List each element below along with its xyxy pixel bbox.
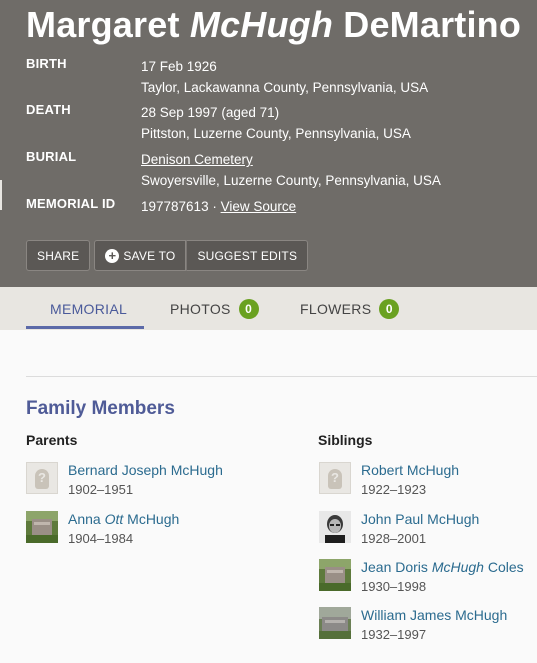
no-photo-icon: ? — [26, 462, 58, 494]
headstone-photo[interactable] — [26, 511, 58, 543]
memorial-id: 197787613 · — [141, 199, 217, 214]
family-member-link[interactable]: John Paul McHugh — [361, 511, 479, 527]
headstone-photo[interactable] — [319, 559, 351, 591]
birth-place: Taylor, Lackawanna County, Pennsylvania,… — [141, 80, 429, 95]
name-part: Coles — [483, 559, 524, 575]
name-last: DeMartino — [343, 4, 522, 45]
family-members-title: Family Members — [26, 398, 175, 419]
tab-flowers[interactable]: FLOWERS 0 — [300, 287, 400, 330]
family-member-dates: 1922–1923 — [361, 482, 427, 497]
edge-marker — [0, 180, 2, 210]
tab-memorial-label: MEMORIAL — [50, 300, 128, 317]
siblings-title: Siblings — [318, 432, 373, 448]
name-maiden-part: Ott — [104, 511, 124, 527]
parents-title: Parents — [26, 432, 78, 448]
memorial-header: Margaret McHugh DeMartino BIRTH 17 Feb 1… — [0, 0, 537, 287]
tab-photos[interactable]: PHOTOS 0 — [170, 287, 259, 330]
burial-label: BURIAL — [26, 149, 77, 164]
family-member-dates: 1928–2001 — [361, 531, 427, 546]
save-to-button[interactable]: + SAVE TO — [94, 240, 187, 271]
burial-place: Swoyersville, Luzerne County, Pennsylvan… — [141, 173, 441, 188]
death-value: 28 Sep 1997 (aged 71) Pittston, Luzerne … — [141, 102, 411, 144]
name-first: Margaret — [26, 4, 180, 45]
burial-value: Denison Cemetery Swoyersville, Luzerne C… — [141, 149, 441, 191]
family-member: ? Robert McHugh 1922–1923 — [319, 462, 537, 502]
burial-cemetery-link[interactable]: Denison Cemetery — [141, 152, 253, 167]
memorial-id-value: 197787613 · View Source — [141, 196, 296, 217]
tab-flowers-label: FLOWERS — [300, 300, 372, 317]
family-member-dates: 1904–1984 — [68, 531, 134, 546]
family-member-dates: 1932–1997 — [361, 627, 427, 642]
death-date: 28 Sep 1997 (aged 71) — [141, 105, 280, 120]
memorial-id-label: MEMORIAL ID — [26, 196, 116, 211]
suggest-edits-button[interactable]: SUGGEST EDITS — [186, 240, 309, 271]
name-part: Anna — [68, 511, 105, 527]
birth-value: 17 Feb 1926 Taylor, Lackawanna County, P… — [141, 56, 428, 98]
death-place: Pittston, Luzerne County, Pennsylvania, … — [141, 126, 411, 141]
death-label: DEATH — [26, 102, 71, 117]
family-member-link[interactable]: Jean Doris McHugh Coles — [361, 559, 524, 575]
flowers-count-badge: 0 — [379, 298, 400, 319]
family-member-dates: 1930–1998 — [361, 579, 427, 594]
plus-circle-icon: + — [105, 248, 120, 263]
family-member-link[interactable]: Bernard Joseph McHugh — [68, 462, 223, 478]
action-buttons: SHARE + SAVE TO SUGGEST EDITS — [26, 240, 309, 271]
family-member: Anna Ott McHugh 1904–1984 — [26, 511, 256, 551]
family-member-dates: 1902–1951 — [68, 482, 134, 497]
share-button[interactable]: SHARE — [26, 240, 91, 271]
name-maiden-part: McHugh — [431, 559, 484, 575]
save-to-label: SAVE TO — [123, 248, 176, 263]
photos-count-badge: 0 — [238, 298, 259, 319]
family-member: John Paul McHugh 1928–2001 — [319, 511, 537, 551]
family-member-link[interactable]: Robert McHugh — [361, 462, 459, 478]
family-member-link[interactable]: Anna Ott McHugh — [68, 511, 179, 527]
memorial-tabs: MEMORIAL PHOTOS 0 FLOWERS 0 — [0, 287, 537, 330]
family-member-link[interactable]: William James McHugh — [361, 607, 507, 623]
memorial-name: Margaret McHugh DeMartino — [26, 4, 521, 46]
name-part: Jean Doris — [361, 559, 432, 575]
portrait-photo[interactable] — [319, 511, 351, 543]
birth-date: 17 Feb 1926 — [141, 59, 217, 74]
no-photo-icon: ? — [319, 462, 351, 494]
view-source-link[interactable]: View Source — [221, 199, 297, 214]
tab-memorial[interactable]: MEMORIAL — [50, 287, 127, 330]
name-part: McHugh — [123, 511, 180, 527]
family-member: Jean Doris McHugh Coles 1930–1998 — [319, 559, 537, 599]
headstone-photo[interactable] — [319, 607, 351, 639]
birth-label: BIRTH — [26, 56, 67, 71]
name-maiden: McHugh — [189, 4, 334, 45]
family-member: ? Bernard Joseph McHugh 1902–1951 — [26, 462, 256, 502]
active-tab-indicator — [26, 326, 144, 329]
section-divider — [26, 376, 537, 377]
family-member: William James McHugh 1932–1997 — [319, 607, 537, 647]
tab-photos-label: PHOTOS — [170, 300, 231, 317]
